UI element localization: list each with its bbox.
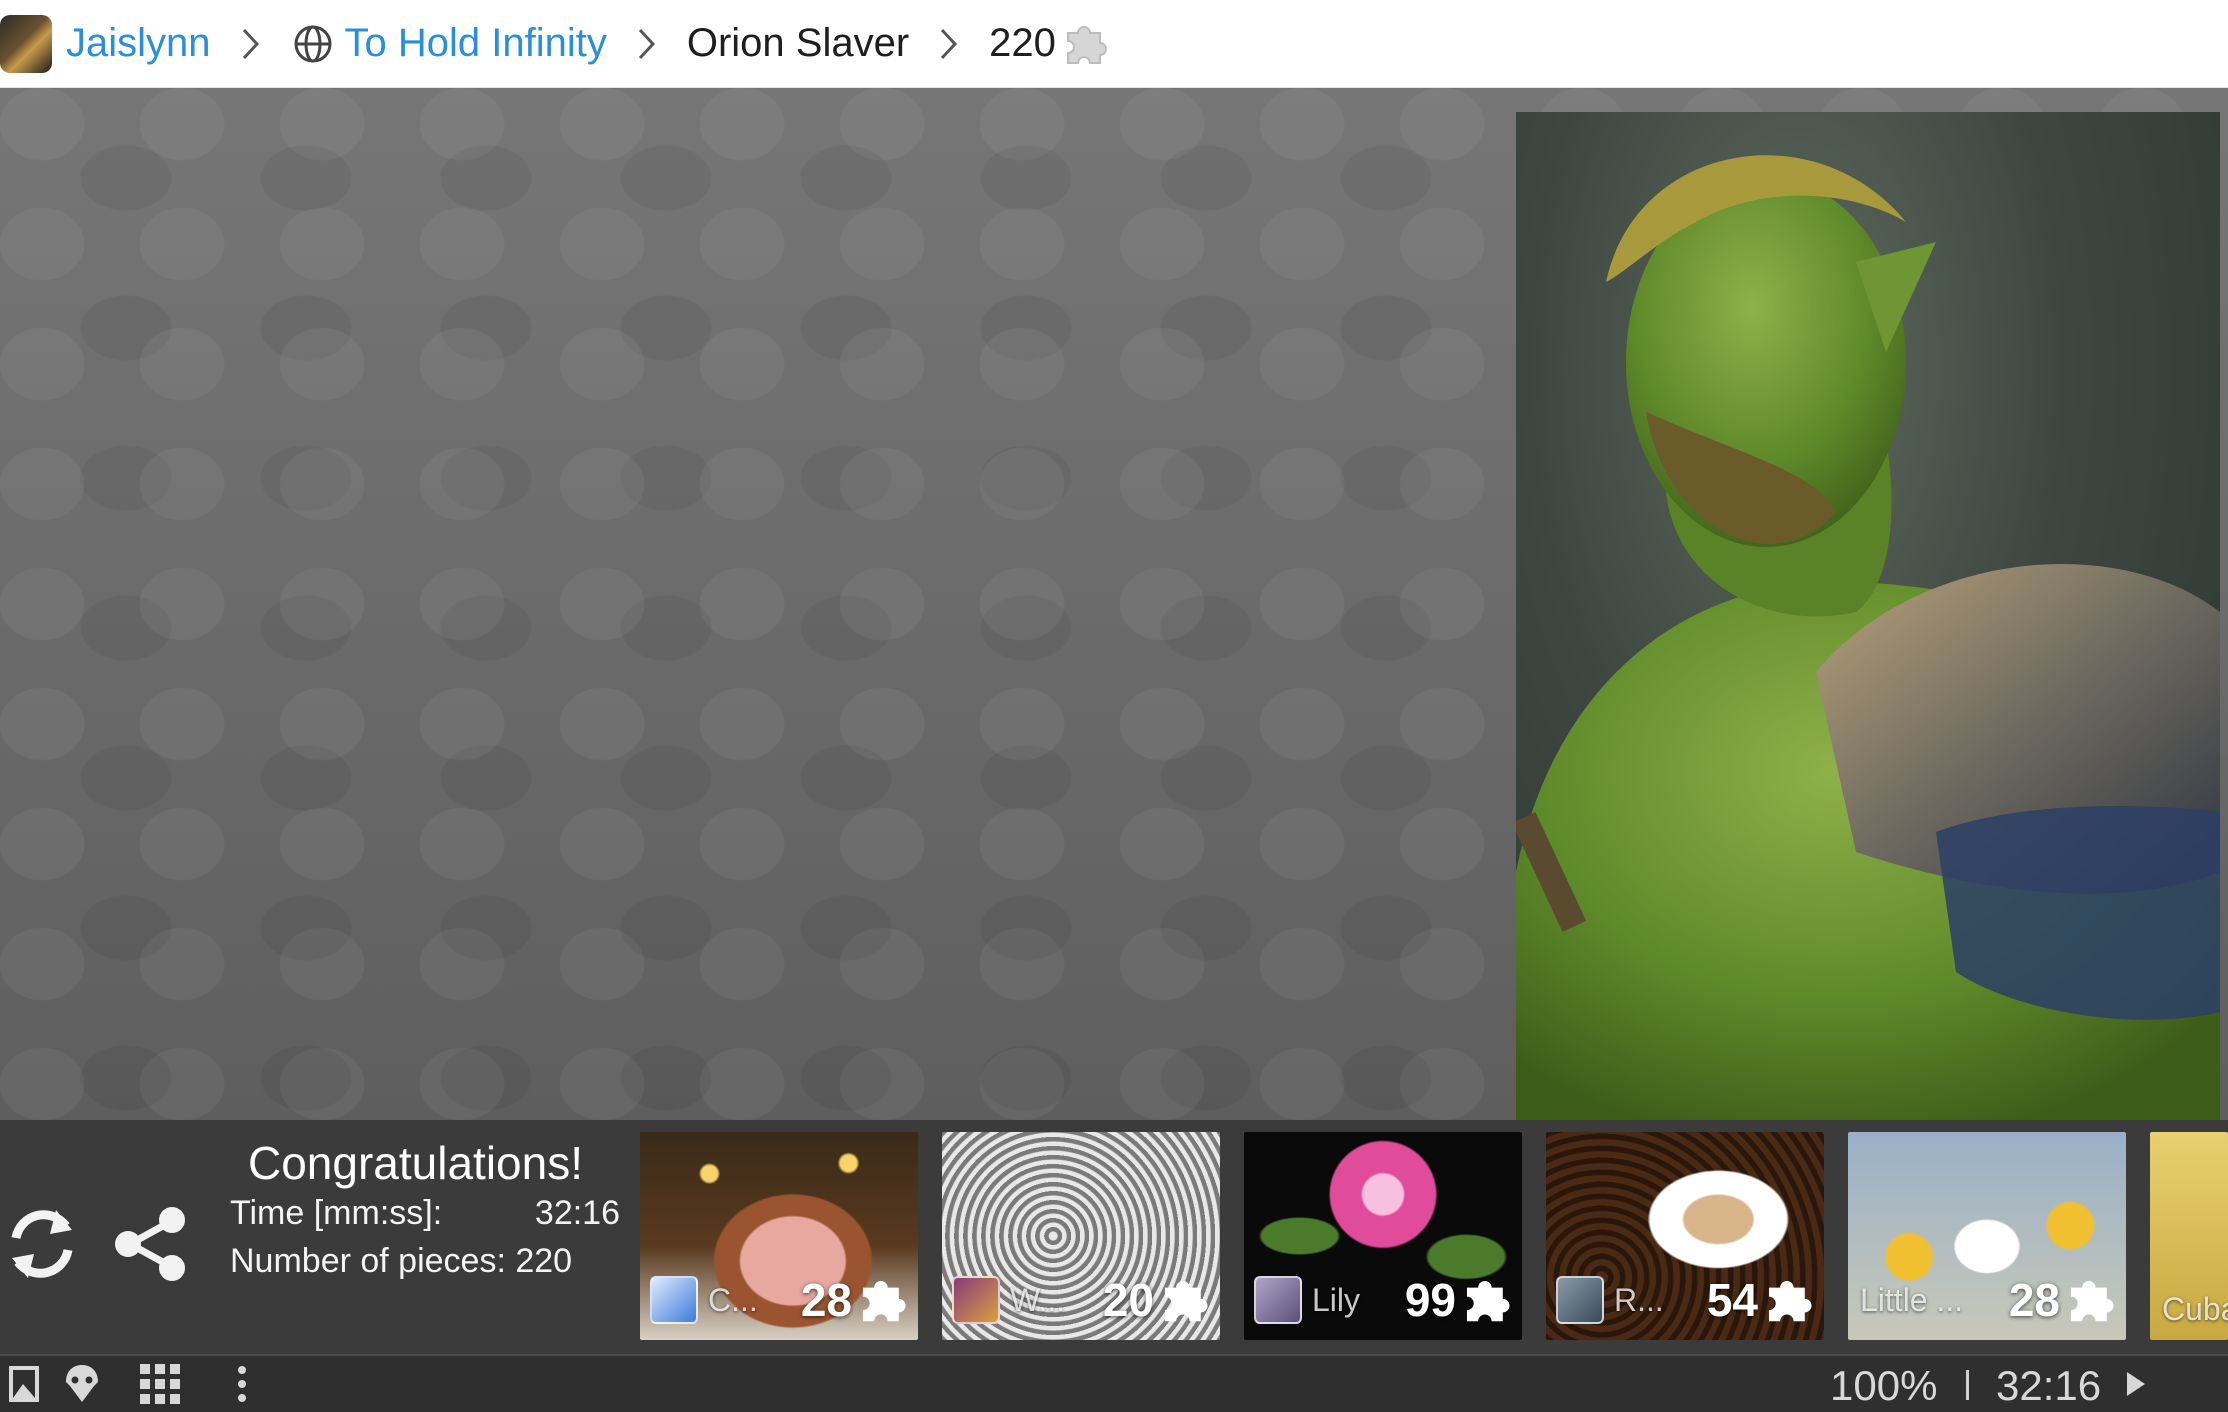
preview-image-icon	[9, 1366, 39, 1402]
avatar	[952, 1276, 1000, 1324]
breadcrumb-collection-link[interactable]: To Hold Infinity	[345, 21, 607, 66]
avatar	[650, 1276, 698, 1324]
puzzle-piece-icon	[1466, 1280, 1510, 1322]
zoom-level[interactable]: 100%	[1830, 1362, 1937, 1410]
puzzle-piece-icon	[1164, 1280, 1208, 1322]
globe-icon	[291, 22, 335, 66]
completion-panel: Congratulations! Time [mm:ss]: 32:16 Num…	[0, 1120, 2228, 1354]
chevron-right-icon	[225, 24, 277, 64]
related-puzzle-thumb[interactable]: W... 20	[942, 1132, 1220, 1340]
ghost-mode-button[interactable]	[58, 1362, 106, 1406]
pieces-stat: Number of pieces: 220	[230, 1242, 620, 1281]
preview-toggle-button[interactable]	[0, 1362, 48, 1406]
related-puzzle-thumb[interactable]: Lily 99	[1244, 1132, 1522, 1340]
breadcrumb-bar: Jaislynn To Hold Infinity Orion Slaver 2…	[0, 0, 2228, 88]
chevron-right-icon	[621, 24, 673, 64]
pieces-label: Number of pieces: 220	[230, 1242, 573, 1280]
grid-view-button[interactable]	[136, 1362, 184, 1406]
related-puzzle-thumb[interactable]: C... 28	[640, 1132, 918, 1340]
more-vertical-icon	[238, 1366, 246, 1402]
related-puzzle-thumb[interactable]: R... 54	[1546, 1132, 1824, 1340]
puzzle-piece-icon	[2070, 1280, 2114, 1322]
related-puzzle-thumb[interactable]: Cuba	[2150, 1132, 2228, 1340]
status-bar: 100% 32:16	[0, 1354, 2228, 1412]
breadcrumb-user-link[interactable]: Jaislynn	[66, 21, 211, 66]
breadcrumb-piece-count: 220	[989, 21, 1056, 65]
timer: 32:16	[1996, 1362, 2102, 1409]
play-button[interactable]	[2118, 1362, 2154, 1406]
chevron-right-icon	[923, 24, 975, 64]
puzzle-piece-icon	[1060, 19, 1110, 69]
congratulations-title: Congratulations!	[248, 1137, 583, 1189]
puzzle-piece-icon	[862, 1280, 906, 1322]
share-button[interactable]	[108, 1202, 192, 1286]
time-value: 32:16	[534, 1194, 620, 1232]
more-options-button[interactable]	[218, 1362, 266, 1406]
divider	[1966, 1370, 1969, 1400]
time-stat: Time [mm:ss]: 32:16	[230, 1194, 620, 1233]
puzzle-preview-image	[1516, 112, 2220, 1122]
ghost-icon	[66, 1365, 98, 1402]
grid-icon	[140, 1364, 180, 1404]
puzzle-piece-icon	[1768, 1280, 1812, 1322]
user-avatar[interactable]	[0, 14, 52, 73]
breadcrumb-puzzle-title: Orion Slaver	[686, 21, 910, 65]
play-icon	[2127, 1372, 2145, 1396]
restart-button[interactable]	[0, 1202, 84, 1286]
related-puzzle-thumb[interactable]: Little ... 28	[1848, 1132, 2126, 1340]
time-label: Time [mm:ss]:	[230, 1194, 443, 1232]
avatar	[1254, 1276, 1302, 1324]
refresh-icon	[11, 1210, 73, 1278]
avatar	[1556, 1276, 1604, 1324]
share-icon	[115, 1207, 185, 1281]
